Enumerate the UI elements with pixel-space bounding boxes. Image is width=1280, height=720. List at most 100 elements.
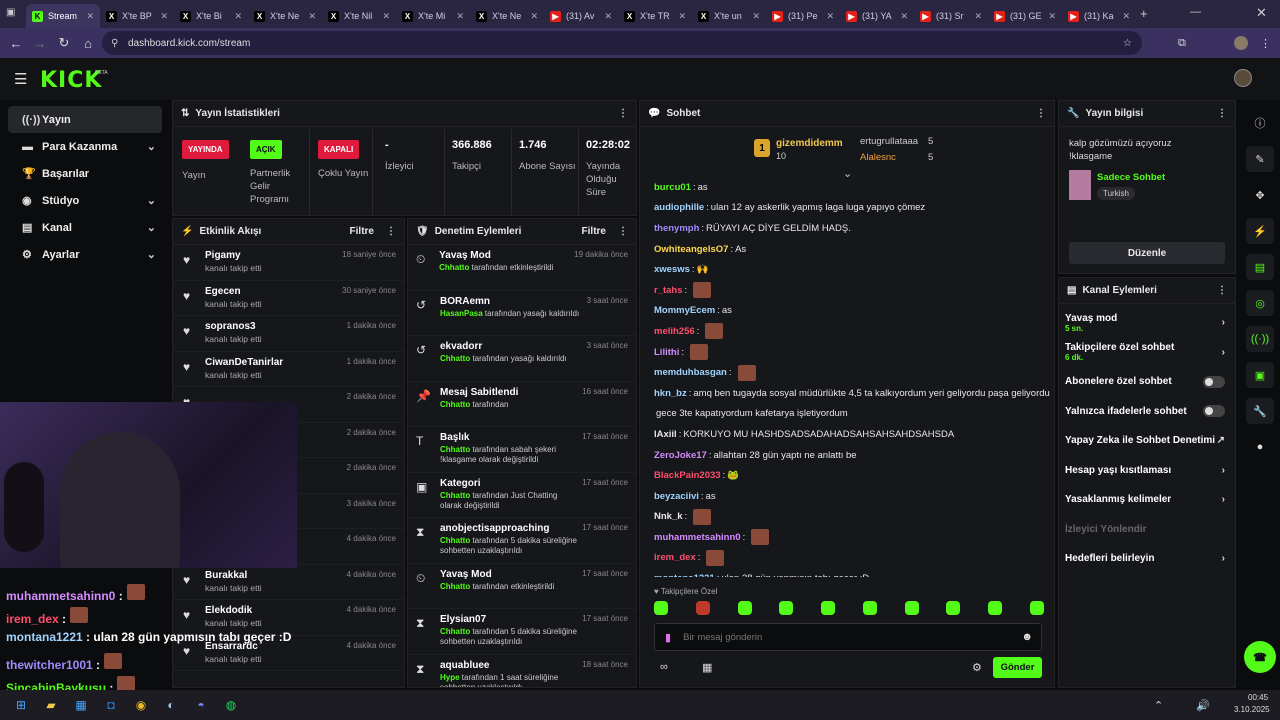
chat-username[interactable]: Lilithi: [654, 347, 679, 358]
quick-emote-icon[interactable]: [695, 601, 710, 615]
tab-close-icon[interactable]: ✕: [674, 11, 686, 22]
moderation-filter-button[interactable]: Filtre: [582, 226, 606, 237]
chat-username[interactable]: thenymph: [654, 223, 699, 234]
category-name[interactable]: Sadece Sohbet: [1097, 172, 1165, 183]
moderator-name[interactable]: Chhatto: [439, 263, 469, 272]
tab-close-icon[interactable]: ✕: [304, 11, 316, 22]
sidebar-item-basarilar[interactable]: 🏆 Başarılar: [8, 160, 162, 187]
gifter-3-name[interactable]: Alalesnc: [860, 152, 896, 163]
browser-tab[interactable]: X X'te Mi ✕: [396, 4, 470, 28]
chevron-right-icon[interactable]: ›: [1222, 317, 1225, 328]
external-link-icon[interactable]: ↗: [1217, 435, 1225, 446]
channel-action-row[interactable]: Hesap yaşı kısıtlaması ›: [1059, 456, 1235, 486]
browser-tab[interactable]: ▶ (31) GE ✕: [988, 4, 1062, 28]
back-icon[interactable]: ←: [4, 36, 28, 51]
info-icon[interactable]: ⓘ: [1246, 110, 1274, 136]
tab-close-icon[interactable]: ✕: [82, 11, 94, 22]
moderator-name[interactable]: HasanPasa: [440, 309, 483, 318]
volume-icon[interactable]: 🔊: [1196, 699, 1210, 712]
activity-filter-button[interactable]: Filtre: [350, 226, 374, 237]
browser-tab[interactable]: ▶ (31) YA ✕: [840, 4, 914, 28]
browser-tab[interactable]: ▶ (31) Av ✕: [544, 4, 618, 28]
document-icon[interactable]: ▤: [1246, 254, 1274, 280]
chat-more-icon[interactable]: ⋮: [1036, 108, 1046, 119]
new-tab-button[interactable]: +: [1140, 6, 1148, 21]
stream-info-more-icon[interactable]: ⋮: [1217, 108, 1227, 119]
moderation-target[interactable]: Yavaş Mod: [440, 569, 580, 580]
chat-username[interactable]: xwesws: [654, 264, 690, 275]
moderation-target[interactable]: Yavaş Mod: [439, 250, 574, 261]
chat-username[interactable]: montana1221: [654, 573, 715, 577]
top-gifter-name[interactable]: gizemdidemm: [776, 138, 843, 149]
chat-username[interactable]: audiophille: [654, 202, 704, 213]
quick-emote-icon[interactable]: [779, 601, 794, 615]
moderator-name[interactable]: Chhatto: [440, 354, 470, 363]
chat-username[interactable]: ZeroJoke17: [654, 450, 707, 461]
hamburger-menu-icon[interactable]: ☰: [14, 70, 27, 88]
moderation-target[interactable]: Mesaj Sabitlendi: [440, 387, 580, 398]
tab-close-icon[interactable]: ✕: [1118, 11, 1130, 22]
sidebar-item-yayin[interactable]: ((·)) Yayın: [8, 106, 162, 133]
quick-emote-icon[interactable]: [988, 601, 1003, 615]
steam-icon[interactable]: ◐: [156, 693, 186, 717]
quick-action-bolt-icon[interactable]: ⚡: [1246, 218, 1274, 244]
quick-emote-icon[interactable]: [946, 601, 961, 615]
chevron-right-icon[interactable]: ›: [1222, 553, 1225, 564]
chevron-down-icon[interactable]: ⌄: [147, 140, 156, 153]
moderation-target[interactable]: aquabluee: [440, 660, 580, 671]
channel-action-row[interactable]: Takipçilere özel sohbet 6 dk. ›: [1059, 338, 1235, 368]
moderation-target[interactable]: Başlık: [440, 432, 580, 443]
broadcast-icon[interactable]: ((·)): [1246, 326, 1274, 352]
moderator-name[interactable]: Chhatto: [440, 445, 470, 454]
moderator-name[interactable]: Chhatto: [440, 491, 470, 500]
browser-tab[interactable]: K Stream ✕: [26, 4, 100, 28]
activity-username[interactable]: Elekdodik: [205, 605, 262, 616]
drone-icon[interactable]: ✥: [1246, 182, 1274, 208]
tab-close-icon[interactable]: ✕: [822, 11, 834, 22]
sidebar-item-para-kazanma[interactable]: ▬ Para Kazanma ⌄: [8, 133, 162, 160]
minimize-button[interactable]: —: [1190, 6, 1201, 18]
tab-search-icon[interactable]: ▣: [6, 7, 15, 18]
forward-icon[interactable]: →: [28, 36, 52, 51]
chat-username[interactable]: hkn_bz: [654, 388, 687, 399]
quick-emote-icon[interactable]: [1029, 601, 1044, 615]
browser-tab[interactable]: X X'te un ✕: [692, 4, 766, 28]
browser-tab[interactable]: X X'te TR ✕: [618, 4, 692, 28]
tab-close-icon[interactable]: ✕: [600, 11, 612, 22]
kick-logo[interactable]: KICK: [40, 68, 102, 93]
file-explorer-icon[interactable]: ▰: [36, 693, 66, 717]
chat-username[interactable]: BlackPain2033: [654, 470, 721, 481]
site-info-icon[interactable]: ⚲: [111, 38, 118, 49]
tab-close-icon[interactable]: ✕: [748, 11, 760, 22]
channel-action-row[interactable]: Yavaş mod 5 sn. ›: [1059, 308, 1235, 338]
activity-username[interactable]: Burakkal: [205, 570, 262, 581]
browser-tab[interactable]: X X'te Nil ✕: [322, 4, 396, 28]
chat-username[interactable]: MommyEcem: [654, 305, 715, 316]
help-button[interactable]: ☎: [1244, 641, 1276, 673]
toggle-switch[interactable]: [1203, 375, 1225, 388]
spotify-icon[interactable]: ◍: [216, 693, 246, 717]
edit-pencil-icon[interactable]: ✎: [1246, 146, 1274, 172]
chevron-right-icon[interactable]: ›: [1222, 465, 1225, 476]
browser-tab[interactable]: ▶ (31) Sr ✕: [914, 4, 988, 28]
chevron-down-icon[interactable]: ⌄: [147, 221, 156, 234]
browser-tab[interactable]: ▶ (31) Ka ✕: [1062, 4, 1136, 28]
tab-close-icon[interactable]: ✕: [970, 11, 982, 22]
moderator-name[interactable]: Chhatto: [440, 400, 470, 409]
moderator-name[interactable]: Chhatto: [440, 627, 470, 636]
chat-input-box[interactable]: ▮ ☻: [654, 623, 1042, 651]
user-avatar[interactable]: [1234, 69, 1252, 87]
gifter-2-name[interactable]: ertugrullataaa: [860, 136, 918, 147]
emotes-icon[interactable]: ●: [1246, 434, 1274, 460]
chat-users-icon[interactable]: ∞: [660, 661, 668, 673]
emoji-icon[interactable]: ☻: [1021, 631, 1033, 643]
discord-icon[interactable]: ◓: [186, 693, 216, 717]
toggle-switch[interactable]: [1203, 405, 1225, 418]
wrench-tool-icon[interactable]: 🔧: [1246, 398, 1274, 424]
extensions-icon[interactable]: ⧉: [1178, 37, 1186, 50]
tab-close-icon[interactable]: ✕: [1044, 11, 1056, 22]
moderation-target[interactable]: ekvadorr: [440, 341, 580, 352]
sidebar-item-studyo[interactable]: ◉ Stüdyo ⌄: [8, 187, 162, 214]
sidebar-item-kanal[interactable]: ▤ Kanal ⌄: [8, 214, 162, 241]
moderation-target[interactable]: BORAemn: [440, 296, 580, 307]
